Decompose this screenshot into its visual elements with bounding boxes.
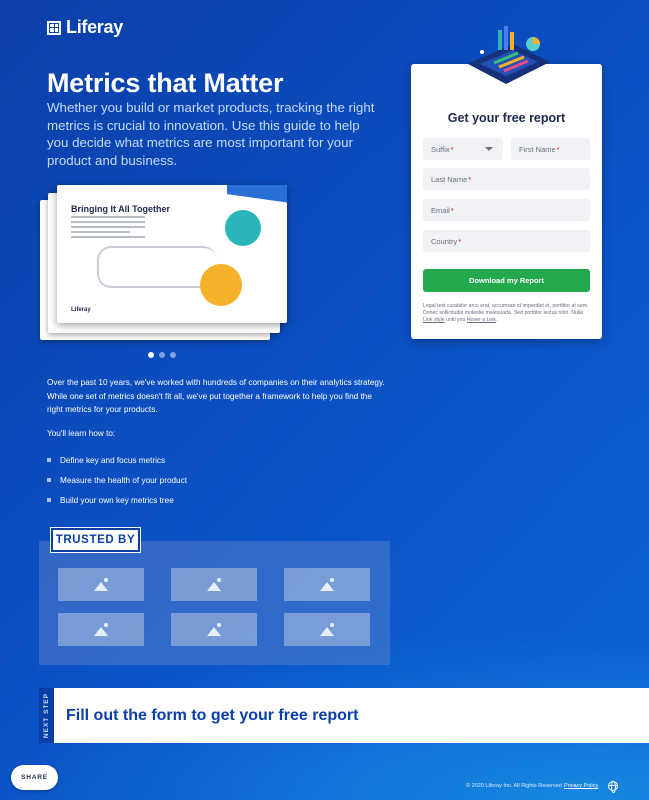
- liferay-logo-icon: [47, 20, 61, 35]
- legal-link-style[interactable]: Link style: [423, 317, 445, 323]
- image-placeholder-icon: [206, 578, 222, 591]
- liferay-logo[interactable]: Liferay: [47, 17, 123, 38]
- partner-logo: [171, 568, 257, 601]
- card-logo: Liferay: [71, 307, 91, 313]
- learn-list: Define key and focus metrics Measure the…: [47, 450, 187, 510]
- list-item: Define key and focus metrics: [47, 450, 187, 470]
- email-field[interactable]: Email *: [423, 199, 590, 221]
- first-name-placeholder: First Name: [519, 144, 556, 154]
- country-field[interactable]: Country *: [423, 230, 590, 252]
- legal-end: .: [495, 317, 498, 324]
- image-placeholder-icon: [319, 578, 335, 591]
- bullet-icon: [47, 498, 51, 502]
- carousel-card-front: Bringing It All Together Liferay: [57, 185, 287, 323]
- card-corner-accent: [227, 185, 287, 204]
- chevron-down-icon: [485, 147, 493, 151]
- required-mark: *: [450, 144, 454, 154]
- carousel-dot-3[interactable]: [170, 352, 176, 358]
- required-mark: *: [556, 144, 560, 154]
- illustration-pie-slice: [533, 37, 540, 44]
- report-preview-carousel[interactable]: Bringing It All Together Liferay: [40, 185, 290, 341]
- share-button[interactable]: SHARE: [11, 765, 58, 790]
- required-mark: *: [458, 236, 462, 246]
- illustration-column-2: [504, 26, 508, 50]
- image-placeholder-icon: [93, 578, 109, 591]
- legal-mid: until you: [446, 317, 466, 324]
- description-paragraph: Over the past 10 years, we've worked wit…: [47, 378, 385, 414]
- image-placeholder-icon: [93, 623, 109, 636]
- legal-body: Legal text curabitur arcu erat, accumsan…: [423, 303, 589, 317]
- list-item-text: Define key and focus metrics: [60, 455, 166, 465]
- illustration-column-3: [510, 32, 514, 50]
- report-form: Get your free report Suffix * First Name *…: [411, 64, 602, 339]
- yellow-circle-graphic: [200, 264, 242, 306]
- card-body-lines: [71, 216, 145, 241]
- carousel-dot-2[interactable]: [159, 352, 165, 358]
- bullet-icon: [47, 458, 51, 462]
- copyright-text: © 2020 Liferay Inc. All Rights Reserved: [466, 783, 562, 789]
- teal-circle-graphic: [225, 210, 261, 246]
- card-title: Bringing It All Together: [71, 204, 170, 214]
- carousel-dot-1[interactable]: [148, 352, 154, 358]
- last-name-placeholder: Last Name: [431, 174, 468, 184]
- list-item-text: Build your own key metrics tree: [60, 495, 174, 505]
- next-step-tab-label: NEXT STEP: [43, 692, 50, 739]
- list-item-text: Measure the health of your product: [60, 475, 187, 485]
- intro-text: Whether you build or market products, tr…: [47, 100, 375, 168]
- privacy-policy-link[interactable]: Privacy Policy: [564, 783, 598, 789]
- partner-logo-grid: [58, 568, 370, 646]
- list-item: Build your own key metrics tree: [47, 490, 187, 510]
- legal-hover-link[interactable]: Hover a Link: [467, 317, 496, 323]
- image-placeholder-icon: [319, 623, 335, 636]
- partner-logo: [284, 568, 370, 601]
- first-name-field[interactable]: First Name *: [511, 138, 590, 160]
- required-mark: *: [468, 174, 472, 184]
- email-placeholder: Email: [431, 205, 450, 215]
- next-step-banner: NEXT STEP Fill out the form to get your …: [39, 688, 649, 743]
- form-title: Get your free report: [447, 111, 566, 125]
- suffix-placeholder: Suffix: [431, 144, 450, 154]
- report-illustration: [468, 26, 550, 84]
- logo-text: Liferay: [66, 17, 123, 37]
- next-step-tab: NEXT STEP: [39, 688, 54, 743]
- next-step-text: Fill out the form to get your free repor…: [66, 706, 359, 724]
- illustration-sparkle: [480, 50, 484, 54]
- list-item: Measure the health of your product: [47, 470, 187, 490]
- last-name-field[interactable]: Last Name *: [423, 168, 590, 190]
- image-placeholder-icon: [206, 623, 222, 636]
- page-title: Metrics that Matter: [47, 68, 284, 98]
- learn-label: You'll learn how to:: [47, 429, 116, 438]
- partner-logo: [58, 613, 144, 646]
- partner-logo: [58, 568, 144, 601]
- partner-logo: [171, 613, 257, 646]
- suffix-select[interactable]: Suffix *: [423, 138, 503, 160]
- globe-icon[interactable]: [608, 780, 618, 793]
- trusted-by-label: TRUSTED BY: [50, 527, 141, 553]
- partner-logo: [284, 613, 370, 646]
- legal-text: Legal text curabitur arcu erat, accumsan…: [423, 303, 591, 325]
- bullet-icon: [47, 478, 51, 482]
- country-placeholder: Country: [431, 236, 458, 246]
- metrics-path-graphic: [97, 246, 217, 288]
- required-mark: *: [450, 205, 454, 215]
- illustration-column-1: [498, 30, 502, 50]
- download-report-button[interactable]: Download my Report: [423, 269, 590, 292]
- carousel-dots: [148, 352, 176, 358]
